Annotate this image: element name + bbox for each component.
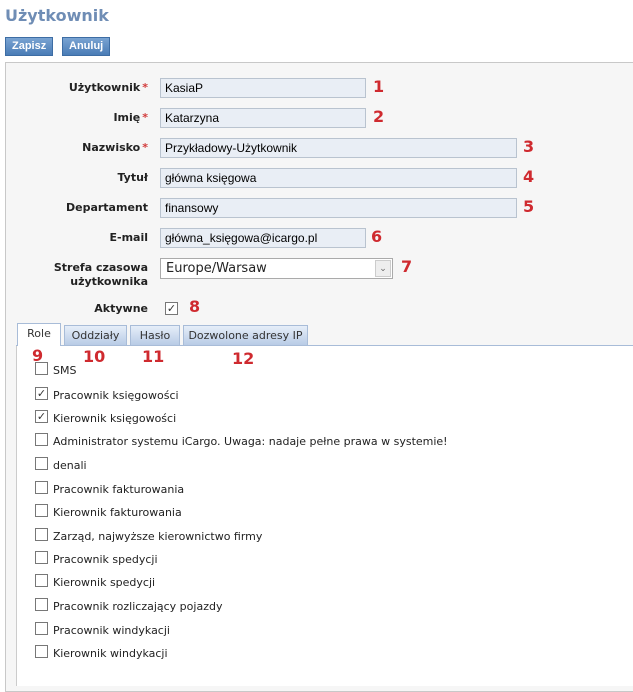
role-checkbox[interactable]: ✓ — [35, 387, 48, 400]
role-checkbox[interactable] — [35, 622, 48, 635]
role-checkbox[interactable] — [35, 598, 48, 611]
chevron-down-icon[interactable]: ⌄ — [375, 260, 391, 277]
job-title-input[interactable] — [160, 168, 517, 188]
department-label: Departament — [65, 201, 148, 214]
first-name-input[interactable] — [160, 108, 366, 128]
role-checkbox[interactable] — [35, 574, 48, 587]
last-name-label: Nazwisko * — [82, 141, 148, 154]
role-checkbox[interactable] — [35, 433, 48, 446]
marker-11: 11 — [142, 347, 165, 366]
marker-12: 12 — [232, 349, 255, 368]
role-checkbox[interactable]: ✓ — [35, 410, 48, 423]
page-title: Użytkownik — [5, 6, 109, 25]
role-checkbox[interactable] — [35, 645, 48, 658]
role-label: Pracownik księgowości — [53, 389, 179, 402]
tab-divider — [16, 345, 633, 346]
email-input[interactable] — [160, 228, 366, 248]
username-input[interactable] — [160, 78, 366, 98]
marker-3: 3 — [523, 137, 535, 156]
role-label: Pracownik fakturowania — [53, 483, 185, 496]
save-button[interactable]: Zapisz — [5, 37, 54, 56]
role-checkbox[interactable] — [35, 457, 48, 470]
department-input[interactable] — [160, 198, 517, 218]
marker-4: 4 — [523, 167, 535, 186]
role-label: denali — [53, 459, 87, 472]
first-name-label: Imię * — [113, 111, 148, 124]
role-checkbox[interactable] — [35, 551, 48, 564]
role-label: Kierownik windykacji — [53, 647, 168, 660]
active-checkbox[interactable]: ✓ — [165, 302, 178, 315]
role-checkbox[interactable] — [35, 481, 48, 494]
role-label: Zarząd, najwyższe kierownictwo firmy — [53, 530, 263, 543]
role-label: Pracownik rozliczający pojazdy — [53, 600, 223, 613]
tab-branches[interactable]: Oddziały — [64, 325, 127, 345]
marker-10: 10 — [83, 347, 106, 366]
role-label: Kierownik spedycji — [53, 576, 156, 589]
marker-2: 2 — [373, 107, 385, 126]
username-label: Użytkownik * — [68, 81, 148, 94]
role-label: Pracownik spedycji — [53, 553, 158, 566]
tab-allowed-ips[interactable]: Dozwolone adresy IP — [183, 325, 308, 345]
timezone-select[interactable]: Europe/Warsaw ⌄ — [160, 258, 393, 279]
role-checkbox[interactable] — [35, 362, 48, 375]
last-name-input[interactable] — [160, 138, 517, 158]
role-label: Kierownik księgowości — [53, 412, 177, 425]
role-label: Pracownik windykacji — [53, 624, 170, 637]
role-label: Kierownik fakturowania — [53, 506, 182, 519]
marker-6: 6 — [371, 227, 383, 246]
role-checkbox[interactable] — [35, 528, 48, 541]
cancel-button[interactable]: Anuluj — [62, 37, 111, 56]
email-label: E-mail — [109, 231, 148, 244]
active-label: Aktywne — [94, 302, 148, 315]
marker-7: 7 — [401, 257, 413, 276]
role-label: SMS — [53, 364, 77, 377]
tab-password[interactable]: Hasło — [130, 325, 180, 345]
timezone-label: Strefa czasowa użytkownika — [53, 261, 148, 288]
tab-role[interactable]: Role — [17, 323, 61, 346]
job-title-label: Tytuł — [117, 171, 148, 184]
marker-1: 1 — [373, 77, 385, 96]
marker-8: 8 — [189, 297, 201, 316]
role-checkbox[interactable] — [35, 504, 48, 517]
role-label: Administrator systemu iCargo. Uwaga: nad… — [53, 435, 448, 448]
marker-5: 5 — [523, 197, 535, 216]
